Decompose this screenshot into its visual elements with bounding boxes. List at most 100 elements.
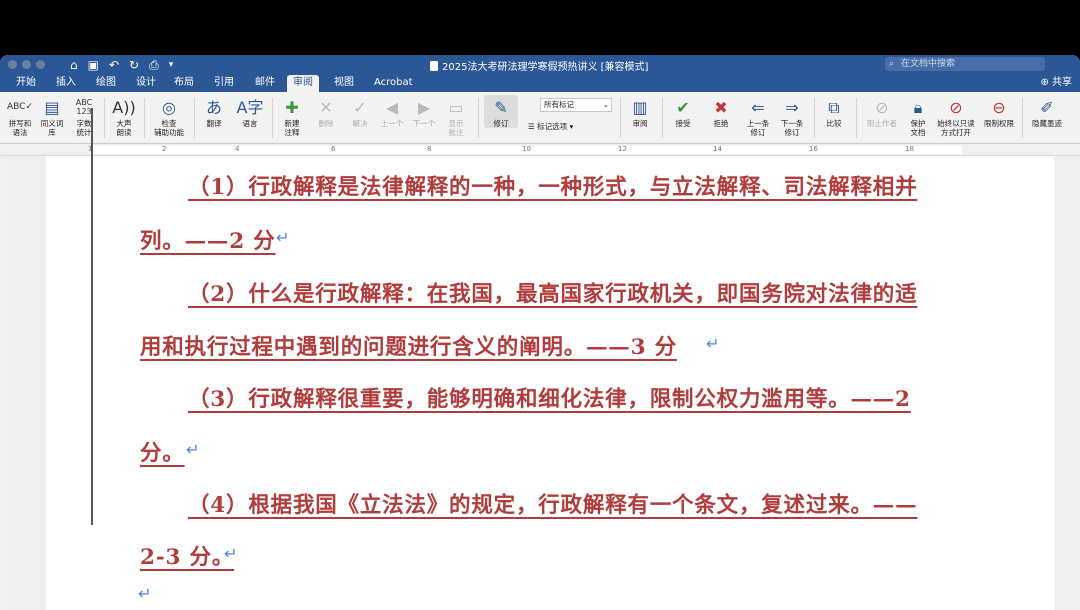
ribbon-separator: [620, 98, 621, 138]
document-line[interactable]: （2）什么是行政解释：在我国，最高国家行政机关，即国务院对法律的适: [188, 277, 917, 308]
chevron-down-icon: ▾: [569, 122, 574, 131]
horizontal-ruler[interactable]: 1 2 4 6 8 10 12 14 16 18: [0, 144, 1080, 156]
document-line[interactable]: 分。: [140, 436, 185, 467]
redo-icon[interactable]: ↻: [129, 56, 139, 74]
share-label: 共享: [1052, 77, 1072, 88]
document-title: 2025法大考研法理学寒假预热讲义 [兼容模式]: [430, 58, 648, 73]
compare-button[interactable]: ⧉ 比较: [820, 95, 848, 128]
translate-label: 翻译: [206, 119, 222, 128]
ruler-number: 4: [235, 145, 240, 153]
reject-button[interactable]: ✖ 拒绝: [706, 95, 736, 128]
close-window-button[interactable]: [8, 60, 17, 69]
protect-document-button[interactable]: 🔒︎ 保护 文档: [904, 95, 932, 137]
print-icon[interactable]: ⎙: [149, 56, 159, 74]
markup-select-value: 所有标记: [544, 100, 574, 109]
accessibility-label: 检查: [161, 119, 177, 128]
document-line[interactable]: 2-3 分。: [140, 540, 234, 571]
word-count-icon: ABC 123: [75, 98, 93, 116]
add-person-icon: ⊕: [1040, 77, 1052, 88]
tab-design[interactable]: 设计: [130, 75, 162, 92]
compare-icon: ⧉: [828, 97, 840, 117]
translate-icon: あ: [205, 97, 222, 117]
hide-ink-label: 隐藏墨迹: [1032, 119, 1062, 128]
previous-change-label-2: 修订: [750, 128, 766, 137]
save-icon[interactable]: ▣: [88, 56, 99, 74]
next-label: 下一个: [412, 119, 436, 128]
new-comment-label-2: 注释: [284, 128, 300, 137]
check-accessibility-button[interactable]: ◎ 检查 辅助功能: [150, 95, 188, 137]
reviewing-pane-label: 审阅: [632, 119, 648, 128]
markup-options-button[interactable]: ☰ 标记选项 ▾: [528, 121, 573, 132]
document-line[interactable]: 列。——2 分: [140, 224, 276, 255]
delete-comment-button[interactable]: ✕ 删除: [312, 95, 340, 128]
tab-acrobat[interactable]: Acrobat: [368, 75, 419, 92]
document-line[interactable]: （4）根据我国《立法法》的规定，行政解释有一个条文，复述过来。——: [188, 488, 917, 519]
reviewing-pane-button[interactable]: ▥ 审阅: [626, 95, 654, 128]
block-authors-icon: ⊘: [875, 97, 889, 117]
ribbon-separator: [814, 98, 815, 138]
tab-home[interactable]: 开始: [10, 75, 42, 92]
translate-button[interactable]: あ 翻译: [200, 95, 228, 128]
tab-references[interactable]: 引用: [208, 75, 240, 92]
lock-icon: 🔒︎: [913, 97, 923, 117]
tab-review[interactable]: 审阅: [287, 75, 319, 92]
block-authors-label: 阻止作者: [867, 119, 897, 128]
document-line[interactable]: （3）行政解释很重要，能够明确和细化法律，限制公权力滥用等。——2: [188, 382, 911, 413]
previous-change-label: 上一条: [746, 119, 770, 128]
ruler-number: 16: [809, 145, 818, 153]
read-aloud-label-2: 朗读: [116, 128, 132, 137]
spellcheck-icon: ABC✓: [7, 101, 33, 112]
search-input[interactable]: ⌕ 在文档中搜索: [885, 57, 1045, 71]
chevron-down-icon: ⌄: [602, 100, 609, 109]
accept-button[interactable]: ✔ 接受: [668, 95, 698, 128]
show-comments-button[interactable]: ▭ 显示 批注: [442, 95, 470, 137]
document-line[interactable]: 用和执行过程中遇到的问题进行含义的阐明。——3 分: [140, 330, 677, 361]
customize-chevron-icon[interactable]: ▾: [169, 56, 174, 74]
read-aloud-button[interactable]: A)) 大声 朗读: [110, 95, 138, 137]
document-line[interactable]: （1）行政解释是法律解释的一种，一种形式，与立法解释、司法解释相并: [188, 170, 917, 201]
undo-icon[interactable]: ↶: [109, 56, 119, 74]
resolve-icon: ✓: [353, 97, 367, 117]
quick-access-toolbar: ⌂ ▣ ↶ ↻ ⎙ ▾: [70, 56, 173, 74]
next-comment-button[interactable]: ▶ 下一个: [410, 95, 438, 128]
ruler-number: 18: [905, 145, 914, 153]
ribbon-tabs: 开始 插入 绘图 设计 布局 引用 邮件 审阅 视图 Acrobat ⊕ 共享: [0, 74, 1080, 92]
word-count-label: 字数: [76, 119, 92, 128]
resolve-comment-button[interactable]: ✓ 解决: [346, 95, 374, 128]
previous-change-button[interactable]: ⇐ 上一条 修订: [742, 95, 774, 137]
tab-view[interactable]: 视图: [328, 75, 360, 92]
tab-draw[interactable]: 绘图: [90, 75, 122, 92]
previous-change-icon: ⇐: [751, 97, 765, 117]
word-count-button[interactable]: ABC 123 字数 统计: [70, 95, 98, 137]
ribbon-separator: [478, 98, 479, 138]
zoom-window-button[interactable]: [36, 60, 45, 69]
block-authors-button[interactable]: ⊘ 阻止作者: [862, 95, 902, 128]
language-button[interactable]: A字 语言: [236, 95, 264, 128]
always-open-readonly-button[interactable]: ⊘ 始终以只读 方式打开: [934, 95, 978, 137]
show-comments-label-2: 批注: [448, 128, 464, 137]
track-changes-button[interactable]: ✎ 修订: [484, 95, 518, 128]
spelling-button[interactable]: ABC✓ 拼写和 语法: [6, 95, 34, 137]
title-bar: ⌂ ▣ ↶ ↻ ⎙ ▾ 2025法大考研法理学寒假预热讲义 [兼容模式] ⌕ 在…: [0, 55, 1080, 74]
reviewing-pane-icon: ▥: [632, 97, 648, 117]
thesaurus-button[interactable]: ▤ 同义词 库: [38, 95, 66, 137]
share-button[interactable]: ⊕ 共享: [1040, 75, 1072, 91]
top-black-area: [0, 0, 1080, 55]
ruler-number: 12: [618, 145, 627, 153]
ruler-number: 10: [522, 145, 531, 153]
vertical-ruler[interactable]: [0, 156, 12, 610]
accessibility-label-2: 辅助功能: [154, 128, 184, 137]
ribbon-separator: [856, 98, 857, 138]
tab-mailings[interactable]: 邮件: [249, 75, 281, 92]
hide-ink-button[interactable]: ✐ 隐藏墨迹: [1028, 95, 1066, 128]
home-icon[interactable]: ⌂: [70, 56, 78, 74]
restrict-permission-button[interactable]: ⊖ 限制权限: [980, 95, 1018, 128]
next-change-button[interactable]: ⇒ 下一条 修订: [776, 95, 808, 137]
new-comment-button[interactable]: ✚ 新建 注释: [278, 95, 306, 137]
minimize-window-button[interactable]: [22, 60, 31, 69]
tab-layout[interactable]: 布局: [168, 75, 200, 92]
tab-insert[interactable]: 插入: [50, 75, 82, 92]
previous-comment-button[interactable]: ◀ 上一个: [378, 95, 406, 128]
readonly-label: 始终以只读: [937, 119, 975, 128]
markup-display-select[interactable]: 所有标记 ⌄: [540, 98, 612, 112]
